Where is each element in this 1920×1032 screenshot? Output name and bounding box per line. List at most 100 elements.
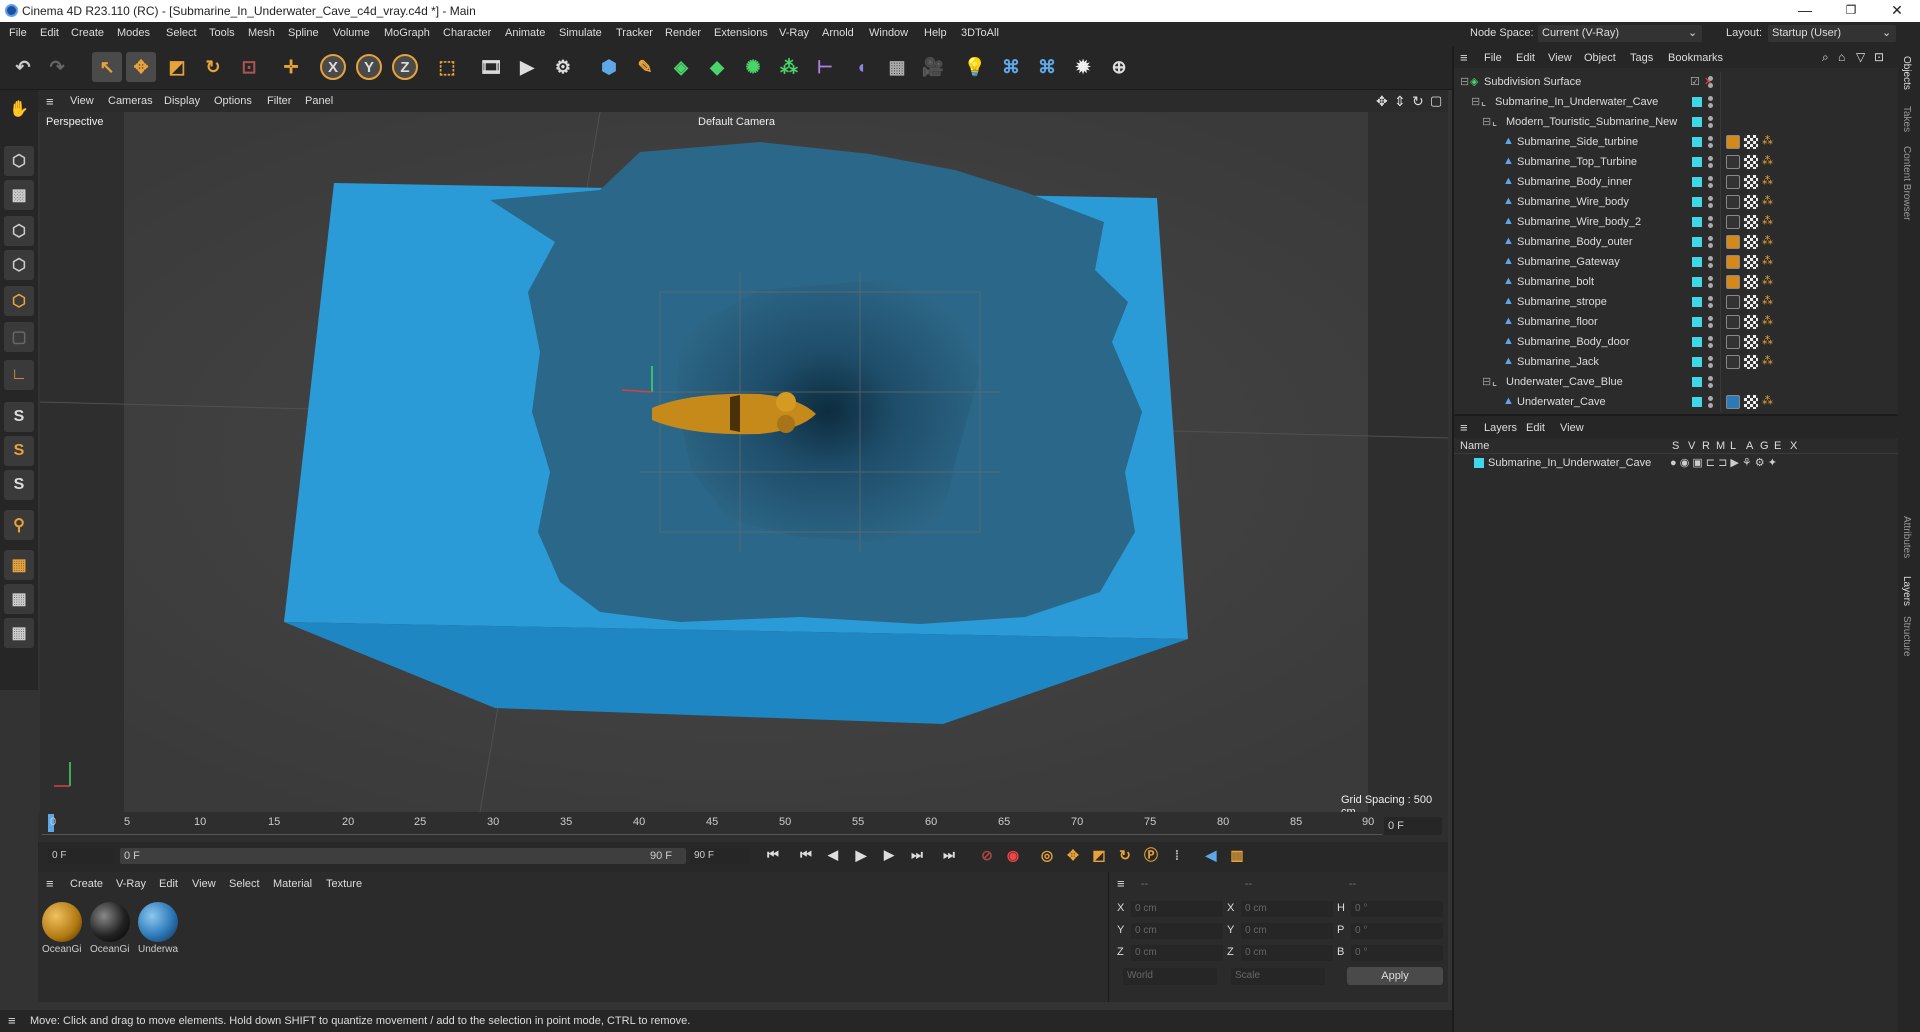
menu-volume[interactable]: Volume [333, 27, 370, 39]
expand-toggle-icon[interactable]: ⊟ [1471, 95, 1480, 108]
vray-tag-icon[interactable]: ⁂ [1762, 334, 1773, 347]
om-menu-file[interactable]: File [1484, 52, 1502, 64]
field-icon[interactable]: ◖ [846, 52, 876, 82]
layer-color-swatch[interactable] [1692, 397, 1702, 407]
menu-file[interactable]: File [9, 27, 27, 39]
python-script-icon[interactable]: ⌘ [1032, 52, 1062, 82]
tab-layers[interactable]: Layers [1901, 576, 1912, 606]
current-frame-field[interactable]: 0 F [1384, 817, 1442, 835]
hamburger-icon[interactable]: ≡ [1460, 50, 1468, 65]
editor-visibility-dot[interactable] [1708, 156, 1713, 161]
editor-visibility-dot[interactable] [1708, 316, 1713, 321]
rotation-p-field[interactable]: 0 ° [1351, 923, 1443, 939]
editor-visibility-dot[interactable] [1708, 356, 1713, 361]
render-visibility-dot[interactable] [1708, 363, 1713, 368]
extrude-icon[interactable]: ◆ [702, 52, 732, 82]
tab-objects[interactable]: Objects [1901, 56, 1912, 90]
material-swatch[interactable]: Underwa [138, 902, 180, 958]
coordinate-system-icon[interactable]: ⬚ [432, 52, 462, 82]
filter-icon[interactable]: ▽ [1856, 50, 1865, 64]
menu-create[interactable]: Create [71, 27, 104, 39]
snap-enable-icon[interactable]: S [4, 470, 34, 500]
editor-visibility-dot[interactable] [1708, 336, 1713, 341]
menu-extensions[interactable]: Extensions [714, 27, 768, 39]
z-axis-lock-icon[interactable]: Z [392, 54, 418, 80]
y-axis-lock-icon[interactable]: Y [356, 54, 382, 80]
object-row[interactable]: ▲ Submarine_Body_door ⁂ [1454, 332, 1900, 352]
move-tool-icon[interactable]: ✥ [126, 52, 156, 82]
tab-content-browser[interactable]: Content Browser [1901, 146, 1912, 220]
scale-mode-dropdown[interactable]: Scale [1231, 968, 1325, 985]
hamburger-icon[interactable]: ≡ [46, 94, 54, 109]
rotation-b-field[interactable]: 0 ° [1351, 945, 1443, 961]
size-x-field[interactable]: 0 cm [1241, 901, 1333, 917]
layer-color-swatch[interactable] [1692, 297, 1702, 307]
object-row[interactable]: ▲ Submarine_Wire_body ⁂ [1454, 192, 1900, 212]
new-window-icon[interactable]: ⊡ [1874, 50, 1884, 64]
render-visibility-dot[interactable] [1708, 343, 1713, 348]
object-row[interactable]: ▲ Submarine_Body_inner ⁂ [1454, 172, 1900, 192]
render-visibility-dot[interactable] [1708, 243, 1713, 248]
uvw-tag-icon[interactable] [1744, 295, 1758, 309]
material-tag-icon[interactable] [1726, 235, 1740, 249]
material-tag-icon[interactable] [1726, 255, 1740, 269]
layer-color-swatch[interactable] [1692, 237, 1702, 247]
grid-plane-icon[interactable]: ▦ [4, 550, 34, 580]
menu-arnold[interactable]: Arnold [822, 27, 854, 39]
object-row[interactable]: ▲ Submarine_Gateway ⁂ [1454, 252, 1900, 272]
layer-menu-layers[interactable]: Layers [1484, 422, 1517, 434]
cube-icon[interactable]: ⬢ [594, 52, 624, 82]
node-space-dropdown[interactable]: Current (V-Ray) ⌄ [1538, 25, 1702, 42]
maximize-button[interactable]: ❐ [1828, 0, 1874, 22]
material-tag-icon[interactable] [1726, 135, 1740, 149]
menu-mograph[interactable]: MoGraph [384, 27, 430, 39]
menu-animate[interactable]: Animate [505, 27, 545, 39]
editor-visibility-dot[interactable] [1708, 276, 1713, 281]
grid-icon[interactable]: ▦ [4, 584, 34, 614]
expand-toggle-icon[interactable]: ⊟ [1460, 75, 1469, 88]
material-swatch[interactable]: OceanGi [90, 902, 132, 958]
mograph-icon[interactable]: ⁂ [774, 52, 804, 82]
pan-view-icon[interactable]: ✥ [1376, 93, 1388, 110]
close-button[interactable]: ✕ [1874, 0, 1920, 22]
menu-vray[interactable]: V-Ray [779, 27, 809, 39]
layer-color-swatch[interactable] [1692, 337, 1702, 347]
mat-menu-select[interactable]: Select [229, 878, 260, 890]
step-back-icon[interactable]: ◀ [820, 842, 846, 868]
end-frame-field[interactable]: 90 F [690, 848, 750, 864]
snap-icon[interactable]: S [4, 402, 34, 432]
om-menu-edit[interactable]: Edit [1516, 52, 1535, 64]
zoom-view-icon[interactable]: ⇕ [1394, 93, 1406, 110]
x-axis-lock-icon[interactable]: X [320, 54, 346, 80]
uv-mode-icon[interactable]: ▢ [4, 322, 34, 352]
om-menu-bookmarks[interactable]: Bookmarks [1668, 52, 1723, 64]
key-rotation-icon[interactable]: ↻ [1112, 842, 1138, 868]
transform-tool-icon[interactable]: ✛ [276, 52, 306, 82]
mat-menu-create[interactable]: Create [70, 878, 103, 890]
editor-visibility-dot[interactable] [1708, 376, 1713, 381]
editor-visibility-dot[interactable] [1708, 396, 1713, 401]
om-menu-view[interactable]: View [1548, 52, 1572, 64]
position-y-field[interactable]: 0 cm [1131, 923, 1223, 939]
render-view-icon[interactable]: ▶ [512, 52, 542, 82]
texture-mode-icon[interactable]: ▩ [4, 180, 34, 210]
object-row[interactable]: ▲ Underwater_Cave ⁂ [1454, 392, 1900, 412]
layer-row[interactable]: Submarine_In_Underwater_Cave ● ◉ ▣ ⊏ ⊐ ▶… [1454, 454, 1900, 474]
uvw-tag-icon[interactable] [1744, 235, 1758, 249]
vray-tag-icon[interactable]: ⁂ [1762, 154, 1773, 167]
material-tag-icon[interactable] [1726, 315, 1740, 329]
mat-menu-view[interactable]: View [192, 878, 216, 890]
render-region-icon[interactable]: 🎞 [476, 52, 506, 82]
timeline-ruler[interactable]: 0 5 10 15 20 25 30 35 40 45 50 55 60 65 … [38, 812, 1448, 842]
layer-color-swatch[interactable] [1692, 197, 1702, 207]
om-menu-tags[interactable]: Tags [1630, 52, 1653, 64]
layer-color-swatch[interactable] [1692, 157, 1702, 167]
layer-menu-edit[interactable]: Edit [1526, 422, 1545, 434]
coordinate-system-dropdown[interactable]: World [1123, 968, 1217, 985]
object-mode-icon[interactable]: ⬡ [4, 146, 34, 176]
size-y-field[interactable]: 0 cm [1241, 923, 1333, 939]
render-settings-icon[interactable]: ⚙ [548, 52, 578, 82]
layer-color-swatch[interactable] [1692, 137, 1702, 147]
light-icon[interactable]: 💡 [960, 52, 990, 82]
vp-menu-filter[interactable]: Filter [267, 95, 291, 107]
